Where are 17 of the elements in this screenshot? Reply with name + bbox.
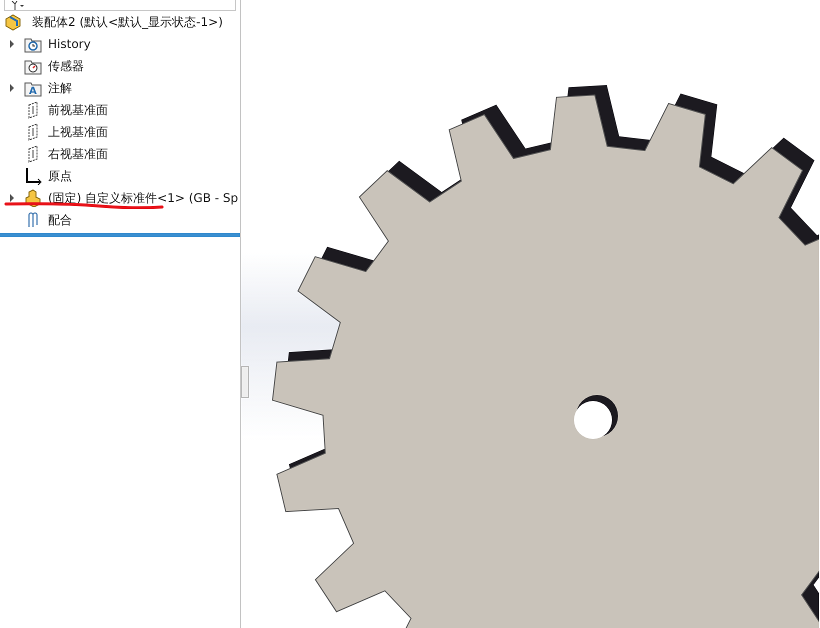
part-block-icon [24, 189, 42, 207]
expand-arrow-icon[interactable] [8, 84, 16, 92]
tree-item[interactable]: History [48, 37, 91, 51]
assembly-title[interactable]: 装配体2 (默认<默认_显示状态-1>) [32, 14, 223, 30]
tree-item[interactable]: 配合 [48, 212, 72, 228]
expand-arrow-icon[interactable] [8, 194, 16, 202]
tree-item[interactable]: 前视基准面 [48, 102, 108, 118]
tree-item[interactable]: 上视基准面 [48, 124, 108, 140]
tree-item[interactable]: 右视基准面 [48, 146, 108, 162]
origin-axes-icon [24, 167, 42, 185]
tree-item[interactable]: 注解 [48, 80, 72, 96]
panel-resize-handle[interactable] [241, 366, 249, 398]
expand-arrow-icon[interactable] [8, 40, 16, 48]
tree-item[interactable]: 原点 [48, 168, 72, 184]
tree-item[interactable]: 传感器 [48, 58, 84, 74]
filter-icon[interactable] [11, 0, 25, 10]
assembly-icon [4, 13, 22, 31]
